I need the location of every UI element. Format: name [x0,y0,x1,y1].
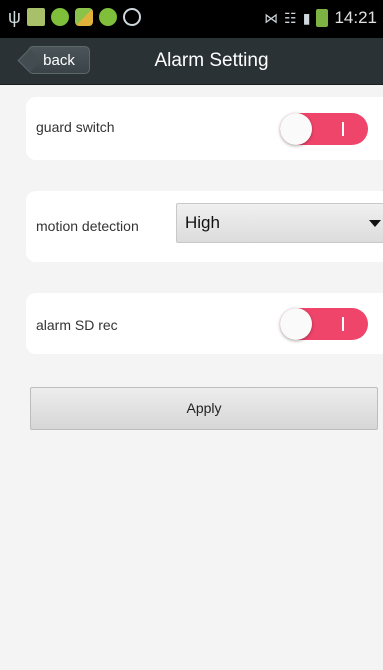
guard-switch-label: guard switch [36,119,115,135]
chevron-down-icon [369,220,381,227]
motion-detection-row: motion detection High [26,191,383,262]
page-title: Alarm Setting [154,50,269,71]
wifi-icon: ☷ [284,9,297,26]
back-button-label: back [43,52,75,69]
motion-detection-label: motion detection [36,218,139,234]
sheet-icon [26,8,45,26]
app-icon [74,8,93,26]
battery-icon [316,9,329,27]
green-app-icon [50,8,69,26]
green-app-icon [98,8,117,26]
guard-switch-row: guard switch [26,97,383,160]
signal-icon: ⋈ [264,9,279,26]
alarm-sd-rec-label: alarm SD rec [36,317,118,333]
clock: 14:21 [334,8,377,27]
toggle-knob[interactable] [280,113,312,145]
status-bar: ψ ⋈ ☷ ▮ 14:21 [0,0,383,38]
toggle-on-mark [342,317,344,331]
usb-icon: ψ [8,7,21,27]
guard-switch-toggle[interactable] [280,113,368,145]
toggle-on-mark [342,122,344,136]
apply-button[interactable]: Apply [30,387,378,430]
screen: ψ ⋈ ☷ ▮ 14:21 back Alarm Setting guard s… [0,0,383,670]
ring-icon [122,8,141,26]
title-bar: back Alarm Setting [0,38,383,85]
motion-detection-select[interactable]: High [176,203,383,243]
cell-signal-icon: ▮ [302,9,311,26]
alarm-sd-rec-toggle[interactable] [280,308,368,340]
motion-detection-value: High [185,213,220,232]
alarm-sd-rec-row: alarm SD rec [26,293,383,354]
toggle-knob[interactable] [280,308,312,340]
back-button[interactable]: back [28,46,90,74]
